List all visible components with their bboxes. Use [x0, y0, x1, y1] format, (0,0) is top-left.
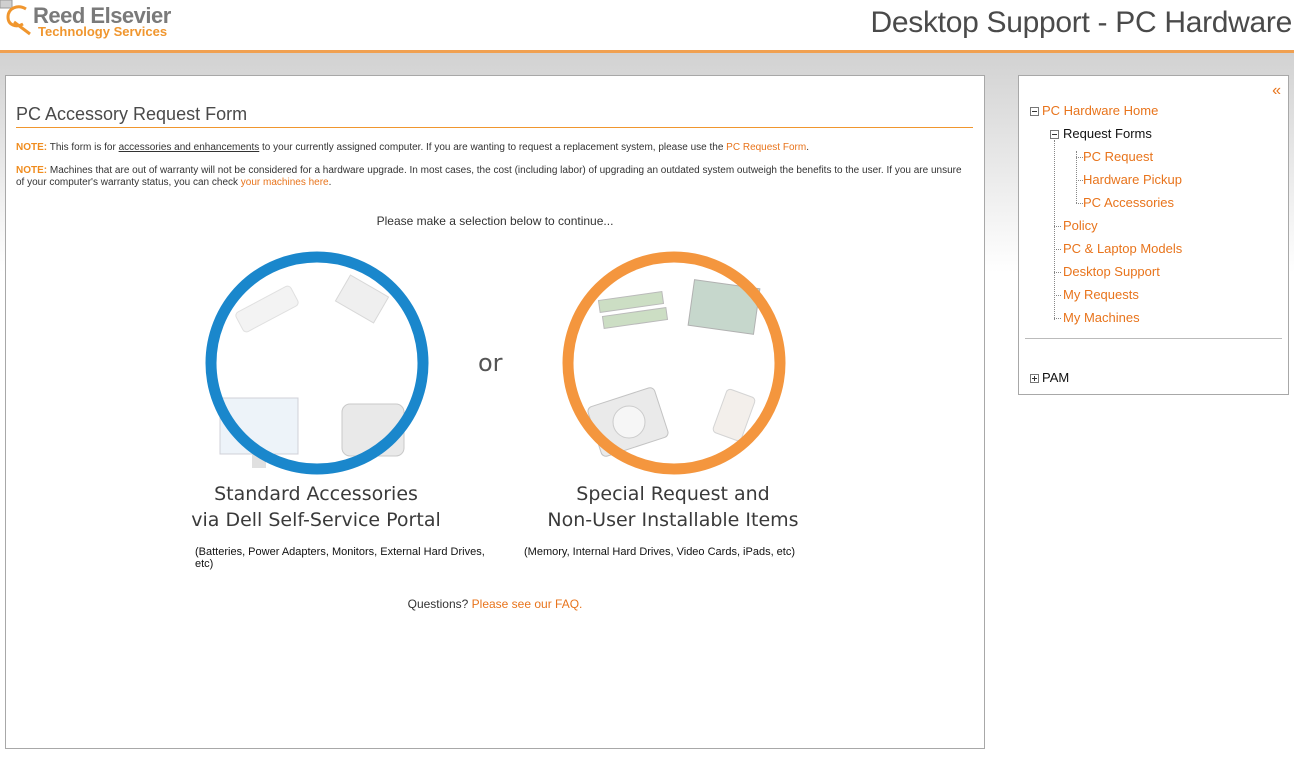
my-machines-link[interactable]: your machines here	[241, 177, 329, 188]
main-panel: PC Accessory Request Form NOTE: This for…	[5, 75, 985, 749]
collapse-toggle-icon[interactable]	[1050, 130, 1059, 139]
tree-line	[1076, 203, 1083, 204]
collapse-toggle-icon[interactable]	[1030, 107, 1039, 116]
sidebar-item-desktop-support[interactable]: Desktop Support	[1063, 264, 1160, 279]
sidebar-item-policy[interactable]: Policy	[1063, 218, 1098, 233]
expand-toggle-icon[interactable]	[1030, 374, 1039, 383]
note-text: Machines that are out of warranty will n…	[16, 165, 962, 188]
sidebar-item-my-machines[interactable]: My Machines	[1063, 310, 1140, 325]
note-label: NOTE:	[16, 165, 48, 176]
or-separator: or	[478, 349, 503, 377]
questions-text: Questions? Please see our FAQ.	[6, 597, 984, 611]
standard-description: (Batteries, Power Adapters, Monitors, Ex…	[195, 546, 485, 570]
page-heading: Desktop Support - PC Hardware	[870, 6, 1293, 39]
tree-line	[1054, 272, 1061, 273]
note-text: .	[328, 177, 332, 188]
tree-line	[1054, 249, 1061, 250]
tree-line	[1054, 226, 1061, 227]
special-request-option[interactable]	[559, 246, 789, 480]
sidebar-item-pc-hardware-home[interactable]: PC Hardware Home	[1042, 103, 1158, 118]
sidebar-nav: « PC Hardware Home Request Forms PC Requ…	[1018, 75, 1289, 395]
tree-line	[1054, 295, 1061, 296]
note-text: .	[806, 142, 809, 153]
header: Reed Elsevier Technology Services Deskto…	[0, 0, 1294, 53]
standard-caption-line1[interactable]: Standard Accessories	[166, 481, 466, 507]
instruction-text: Please make a selection below to continu…	[376, 214, 614, 228]
special-description: (Memory, Internal Hard Drives, Video Car…	[524, 546, 796, 558]
note-text: This form is for	[47, 142, 119, 153]
note-text: to your currently assigned computer. If …	[259, 142, 727, 153]
sidebar-item-hardware-pickup[interactable]: Hardware Pickup	[1083, 172, 1182, 187]
standard-caption-line2[interactable]: via Dell Self-Service Portal	[166, 507, 466, 533]
special-caption-line2[interactable]: Non-User Installable Items	[523, 507, 823, 533]
special-request-illustration	[562, 251, 786, 475]
note-underlined-text: accessories and enhancements	[118, 142, 260, 153]
special-caption-line1[interactable]: Special Request and	[523, 481, 823, 507]
logo[interactable]: Reed Elsevier Technology Services	[0, 0, 200, 50]
sidebar-item-pc-request[interactable]: PC Request	[1083, 149, 1153, 164]
sidebar-divider	[1025, 338, 1282, 339]
faq-link[interactable]: Please see our FAQ.	[472, 597, 583, 611]
tree-line	[1076, 180, 1083, 181]
form-title: PC Accessory Request Form	[16, 104, 973, 128]
pc-request-form-link[interactable]: PC Request Form	[726, 142, 806, 153]
sidebar-item-request-forms[interactable]: Request Forms	[1063, 126, 1152, 141]
sidebar-item-pc-laptop-models[interactable]: PC & Laptop Models	[1063, 241, 1182, 256]
tree-line	[1054, 318, 1061, 319]
sidebar-item-my-requests[interactable]: My Requests	[1063, 287, 1139, 302]
note-warranty: NOTE: Machines that are out of warranty …	[16, 165, 966, 189]
special-ring	[562, 251, 786, 475]
sidebar-item-pam[interactable]: PAM	[1042, 370, 1069, 385]
standard-accessories-illustration	[205, 251, 429, 475]
note-accessories: NOTE: This form is for accessories and e…	[16, 142, 966, 154]
collapse-sidebar-button[interactable]: «	[1272, 82, 1281, 100]
tree-line	[1054, 140, 1055, 320]
sidebar-item-pc-accessories[interactable]: PC Accessories	[1083, 195, 1174, 210]
standard-ring	[205, 251, 429, 475]
standard-accessories-option[interactable]	[202, 246, 432, 480]
tree-line	[1076, 151, 1077, 203]
tree-line	[1076, 157, 1083, 158]
questions-label: Questions?	[407, 597, 472, 611]
logo-subtitle: Technology Services	[38, 24, 168, 39]
note-label: NOTE:	[16, 142, 48, 153]
